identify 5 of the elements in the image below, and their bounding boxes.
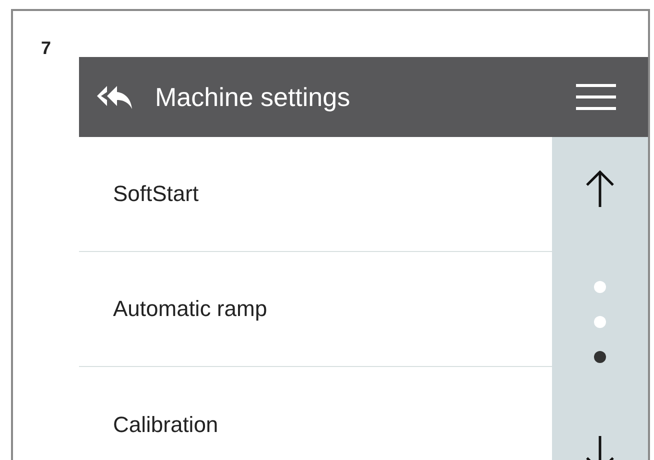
menu-item[interactable]: Calibration [79, 367, 552, 460]
screen-title: Machine settings [155, 82, 352, 112]
back-icon[interactable] [97, 84, 133, 110]
menu-icon[interactable] [576, 84, 616, 110]
figure-number: 7 [41, 39, 52, 57]
